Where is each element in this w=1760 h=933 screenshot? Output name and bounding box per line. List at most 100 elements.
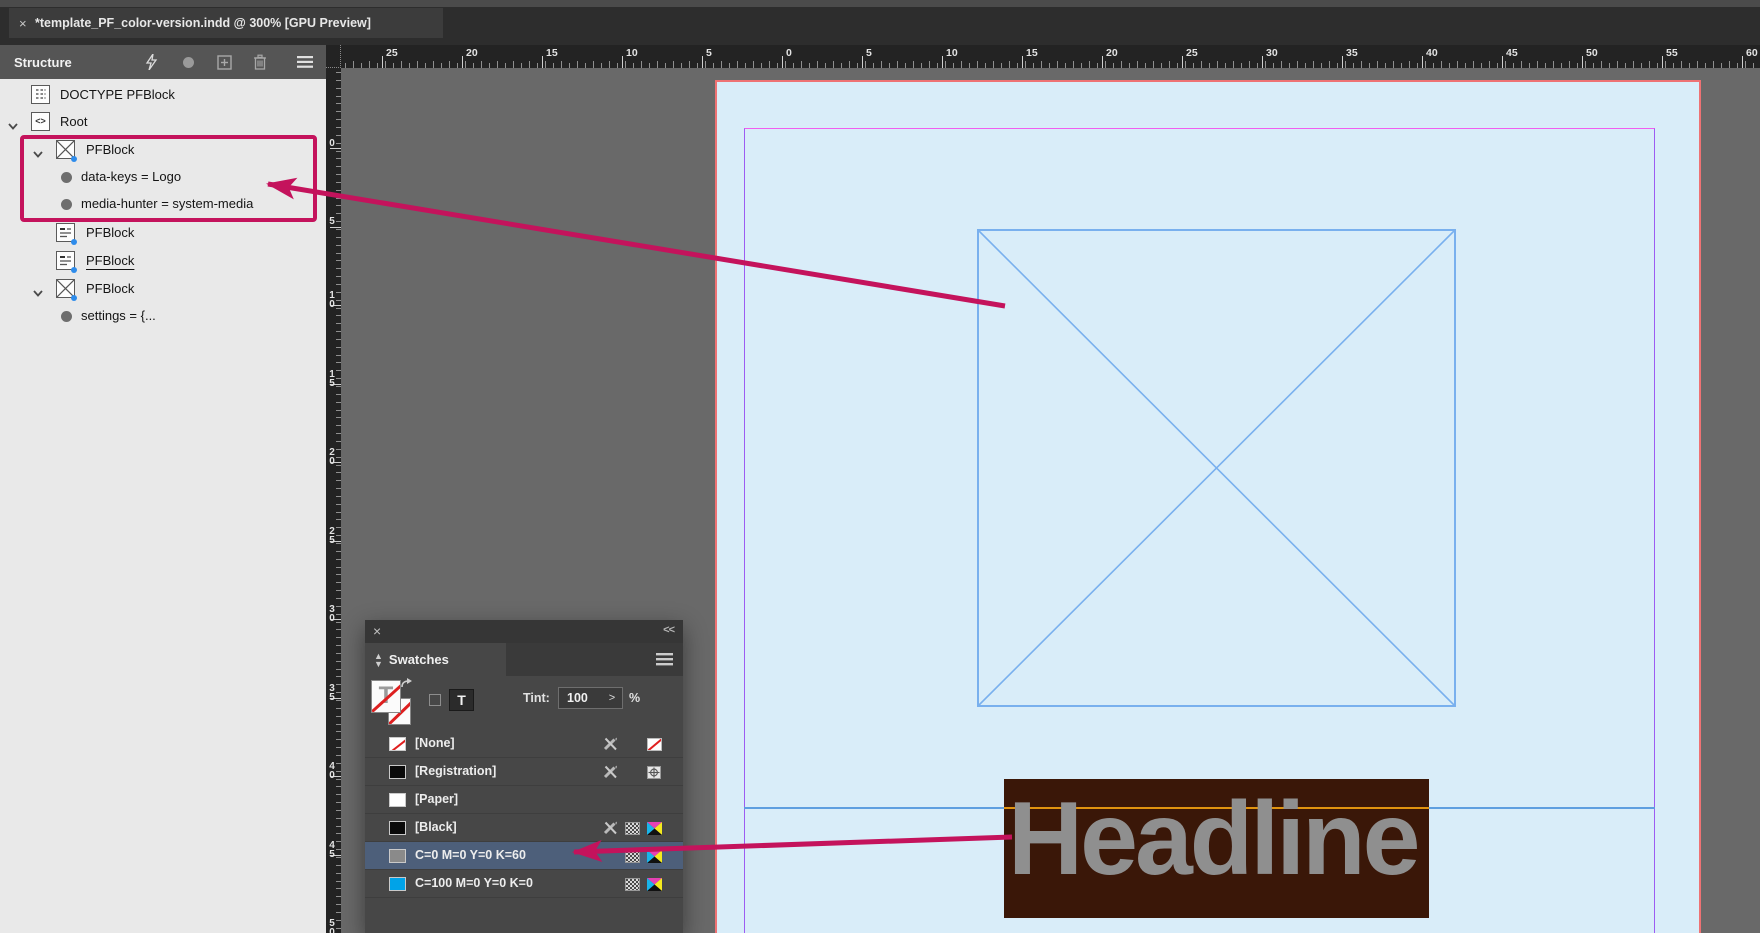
tagged-dot-icon	[71, 267, 77, 273]
swatches-close-icon[interactable]: ×	[373, 623, 381, 639]
grid-icon	[624, 821, 640, 835]
hruler-label: 60	[1746, 47, 1758, 59]
hruler-label: 25	[386, 47, 398, 59]
tree-item-label[interactable]: PFBlock	[86, 142, 134, 157]
structure-tree-row[interactable]: PFBlock	[0, 220, 326, 246]
structure-tree-row[interactable]: settings = {...	[0, 303, 326, 329]
swatch-name[interactable]: [Registration]	[415, 764, 496, 778]
chevron-down-icon[interactable]	[8, 117, 18, 127]
image-placeholder-frame[interactable]	[977, 229, 1456, 707]
panel-collapse-diamond-icon[interactable]: ▲▼	[374, 652, 383, 668]
swap-fill-stroke-icon[interactable]	[400, 678, 414, 691]
record-icon[interactable]	[179, 53, 197, 71]
headline-text[interactable]: Headline	[1008, 787, 1417, 891]
swatch-row[interactable]: [Registration]	[365, 758, 683, 786]
formatting-affects-text-button[interactable]: T	[449, 689, 474, 711]
tagged-dot-icon	[71, 156, 77, 162]
structure-tree-row[interactable]: data-keys = Logo	[0, 164, 326, 190]
trash-icon[interactable]	[251, 53, 269, 71]
vruler-label: 30	[326, 605, 338, 623]
swatch-name[interactable]: [None]	[415, 736, 455, 750]
vertical-ruler: 0510152025303540455055	[326, 68, 341, 933]
tagged-dot-icon	[71, 295, 77, 301]
tree-item-label[interactable]: settings = {...	[81, 308, 156, 323]
collapse-panel-icon[interactable]: <<	[663, 624, 674, 636]
hruler-label: 15	[546, 47, 558, 59]
swatch-color-chip	[389, 877, 406, 891]
vruler-label: 25	[326, 527, 338, 545]
registration-icon	[646, 765, 662, 779]
vruler-label: 20	[326, 448, 338, 466]
none-chip-icon	[646, 737, 662, 751]
tab-close-icon[interactable]: ×	[19, 16, 35, 31]
tree-item-label[interactable]: PFBlock	[86, 281, 134, 296]
tree-item-label[interactable]: data-keys = Logo	[81, 169, 181, 184]
image-block-icon[interactable]	[56, 279, 75, 298]
swatch-name[interactable]: C=100 M=0 Y=0 K=0	[415, 876, 533, 890]
chevron-down-icon[interactable]	[33, 145, 43, 155]
text-block-icon[interactable]	[56, 251, 75, 270]
hruler-label: 50	[1586, 47, 1598, 59]
swatch-row[interactable]: C=0 M=0 Y=0 K=60	[365, 842, 683, 870]
swatch-name[interactable]: [Black]	[415, 820, 457, 834]
tab-swatches[interactable]: ▲▼ Swatches	[365, 643, 506, 676]
tree-item-label[interactable]: PFBlock	[86, 225, 134, 240]
tree-item-label[interactable]: PFBlock	[86, 253, 134, 268]
title-bar: × *template_PF_color-version.indd @ 300%…	[0, 0, 1760, 46]
doctype-icon[interactable]	[31, 85, 50, 104]
hruler-label: 20	[1106, 47, 1118, 59]
menu-icon[interactable]	[296, 53, 314, 71]
tree-item-label[interactable]: DOCTYPE PFBlock	[60, 87, 175, 102]
structure-tree-row[interactable]: <> Root	[0, 109, 326, 135]
tint-label: Tint:	[523, 691, 550, 705]
hruler-label: 25	[1186, 47, 1198, 59]
structure-panel-title: Structure	[14, 55, 72, 70]
swatch-name[interactable]: [Paper]	[415, 792, 458, 806]
swatch-row[interactable]: [None]	[365, 730, 683, 758]
grid-icon	[624, 877, 640, 891]
swatch-color-chip	[389, 849, 406, 863]
swatch-color-chip	[389, 793, 406, 807]
tint-dropdown-button[interactable]: >	[602, 687, 623, 709]
add-icon[interactable]	[215, 53, 233, 71]
structure-tree-row[interactable]: DOCTYPE PFBlock	[0, 82, 326, 108]
panel-menu-icon[interactable]	[656, 653, 673, 666]
text-fill-stroke-proxy[interactable]: T	[371, 680, 423, 728]
swatch-color-chip	[389, 737, 406, 751]
fill-proxy-box[interactable]: T	[371, 680, 401, 713]
swatches-tab-row: ▲▼ Swatches	[365, 643, 683, 676]
swatches-toolbar: T T Tint: 100 > %	[365, 676, 683, 730]
attribute-bullet-icon	[61, 172, 72, 183]
swatches-panel-top-bar: × <<	[365, 620, 683, 643]
structure-tree-row[interactable]: PFBlock	[0, 137, 326, 163]
tint-value-input[interactable]: 100	[558, 687, 603, 709]
hruler-label: 35	[1346, 47, 1358, 59]
lightning-icon[interactable]	[142, 53, 160, 71]
text-block-icon[interactable]	[56, 223, 75, 242]
vruler-label: 40	[326, 762, 338, 780]
hruler-label: 15	[1026, 47, 1038, 59]
structure-tree-row[interactable]: media-hunter = system-media	[0, 191, 326, 217]
tree-item-label[interactable]: media-hunter = system-media	[81, 196, 253, 211]
image-block-icon[interactable]	[56, 140, 75, 159]
document-tab[interactable]: × *template_PF_color-version.indd @ 300%…	[9, 8, 443, 38]
structure-tree-row[interactable]: PFBlock	[0, 276, 326, 302]
document-title: *template_PF_color-version.indd @ 300% […	[35, 16, 371, 30]
vruler-label: 0	[326, 139, 338, 148]
swatch-row[interactable]: [Black]	[365, 814, 683, 842]
swatch-name[interactable]: C=0 M=0 Y=0 K=60	[415, 848, 526, 862]
tree-item-label[interactable]: Root	[60, 114, 87, 129]
vruler-label: 5	[326, 217, 338, 226]
swatch-row[interactable]: C=100 M=0 Y=0 K=0	[365, 870, 683, 898]
formatting-affects-container-button[interactable]	[429, 694, 441, 706]
hruler-label: 30	[1266, 47, 1278, 59]
hruler-label: 0	[786, 47, 792, 59]
root-icon[interactable]: <>	[31, 112, 50, 131]
pencil-x-icon	[602, 737, 618, 751]
chevron-down-icon[interactable]	[33, 284, 43, 294]
ruler-corner	[326, 45, 341, 68]
attribute-bullet-icon	[61, 311, 72, 322]
structure-tree-row[interactable]: PFBlock	[0, 248, 326, 274]
swatch-row[interactable]: [Paper]	[365, 786, 683, 814]
swatch-color-chip	[389, 765, 406, 779]
